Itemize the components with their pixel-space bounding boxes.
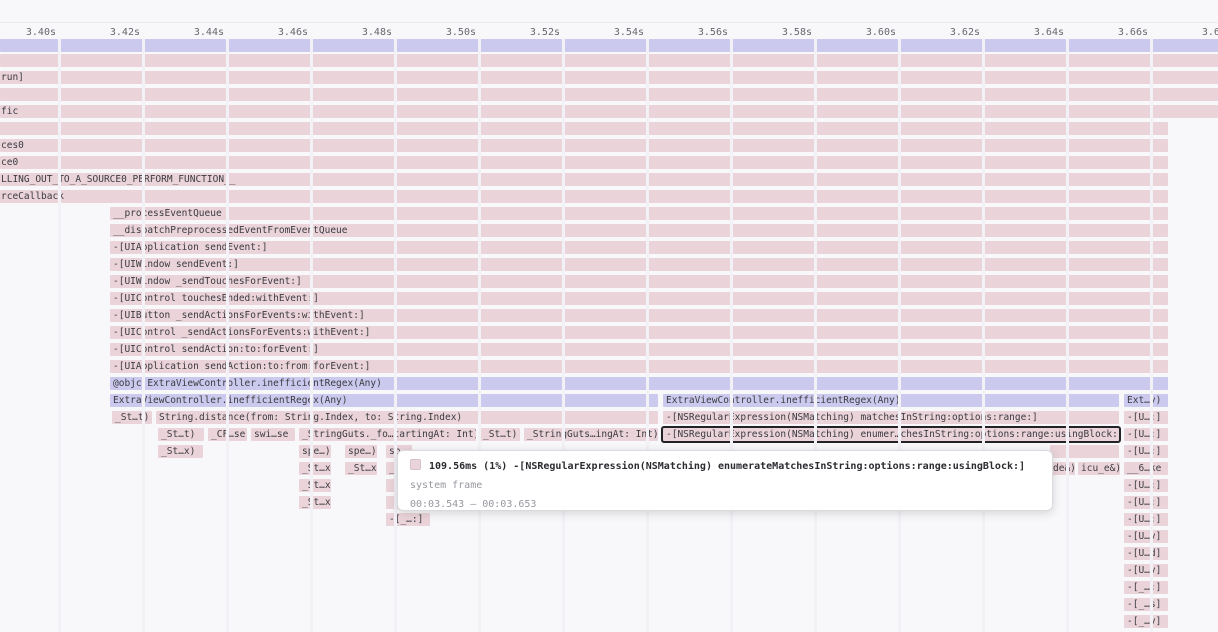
flame-box[interactable]: -[UIButton _sendActionsForEvents:withEve… bbox=[110, 309, 1168, 322]
gridline bbox=[142, 38, 145, 632]
flame-box[interactable]: _St…t) bbox=[158, 428, 204, 441]
flame-box[interactable] bbox=[0, 54, 1218, 67]
gridline bbox=[58, 38, 61, 632]
gridline bbox=[394, 38, 397, 632]
flame-box[interactable]: -[UIWindow _sendTouchesForEvent:] bbox=[110, 275, 1168, 288]
flame-box[interactable]: _St…t) bbox=[480, 428, 520, 441]
flame-box[interactable]: -[UIControl touchesEnded:withEvent:] bbox=[110, 292, 1168, 305]
flame-box[interactable]: _St…x) bbox=[299, 496, 331, 509]
time-axis-label: 3.48s bbox=[362, 27, 392, 39]
flame-box[interactable]: swi…se bbox=[251, 428, 295, 441]
time-axis-label: 3.54s bbox=[614, 27, 644, 39]
flame-box[interactable]: run] bbox=[0, 71, 1218, 84]
flame-box[interactable]: -[U…:] bbox=[1124, 479, 1168, 492]
flame-box[interactable]: String.distance(from: String.Index, to: … bbox=[156, 411, 658, 424]
flame-box[interactable]: -[U…v] bbox=[1124, 530, 1168, 543]
flame-box[interactable]: icu_e&) bbox=[1078, 462, 1120, 475]
flame-box[interactable] bbox=[0, 88, 1218, 101]
flame-box[interactable]: _St…x) bbox=[158, 445, 203, 458]
flame-box[interactable]: -[_…s] bbox=[1124, 598, 1168, 611]
flame-box[interactable]: -[UIControl sendAction:to:forEvent:] bbox=[110, 343, 1168, 356]
time-axis-label: 3.44s bbox=[194, 27, 224, 39]
flame-box[interactable]: -[_…v] bbox=[1124, 615, 1168, 628]
gridline bbox=[730, 38, 733, 632]
flame-box[interactable]: ce0 bbox=[0, 156, 1168, 169]
flame-box[interactable]: @objc ExtraViewController.inefficientReg… bbox=[110, 377, 1168, 390]
flame-box[interactable]: __dispatchPreprocessedEventFromEventQueu… bbox=[110, 224, 1168, 237]
flame-box[interactable]: -[UIApplication sendAction:to:from:forEv… bbox=[110, 360, 1168, 373]
flame-box[interactable]: -[_…:] bbox=[386, 513, 430, 526]
tooltip-time-range: 00:03.543 — 00:03.653 bbox=[410, 495, 1040, 514]
color-swatch-icon bbox=[410, 459, 421, 470]
time-axis-label: 3.52s bbox=[530, 27, 560, 39]
flame-box[interactable]: -[UIApplication sendEvent:] bbox=[110, 241, 1168, 254]
tooltip-title: 109.56ms (1%) -[NSRegularExpression(NSMa… bbox=[429, 461, 1025, 472]
time-axis-label: 3.58s bbox=[782, 27, 812, 39]
flame-box[interactable]: spe…)) bbox=[345, 445, 377, 458]
tooltip-title-line: 109.56ms (1%) -[NSRegularExpression(NSMa… bbox=[410, 457, 1040, 476]
tooltip: 109.56ms (1%) -[NSRegularExpression(NSMa… bbox=[397, 450, 1053, 511]
flame-box[interactable]: _St…t) bbox=[112, 411, 152, 424]
flame-box[interactable]: _StringGuts…ingAt: Int) bbox=[524, 428, 658, 441]
flame-box[interactable]: ExtraViewController.inefficientRegex(Any… bbox=[110, 394, 658, 407]
flame-box[interactable]: __6…ke bbox=[1124, 462, 1168, 475]
flame-box[interactable]: spe…)) bbox=[299, 445, 331, 458]
flame-box[interactable]: de&) bbox=[1050, 462, 1075, 475]
flame-box[interactable] bbox=[0, 39, 1218, 52]
flame-box[interactable]: -[U…v] bbox=[1124, 564, 1168, 577]
flame-box[interactable]: fic bbox=[0, 105, 1218, 118]
flame-box[interactable]: LLING_OUT_TO_A_SOURCE0_PERFORM_FUNCTION_… bbox=[0, 173, 1168, 186]
flame-box[interactable]: -[U…:] bbox=[1124, 445, 1168, 458]
flame-box[interactable] bbox=[0, 122, 1168, 135]
time-axis-label: 3.40s bbox=[26, 27, 56, 39]
flame-box[interactable]: -[U…:] bbox=[1124, 428, 1168, 441]
flame-box[interactable]: rceCallback bbox=[0, 190, 1168, 203]
time-axis-label: 3.56s bbox=[698, 27, 728, 39]
flame-box[interactable]: -[UIControl _sendActionsForEvents:withEv… bbox=[110, 326, 1168, 339]
gridline bbox=[982, 38, 985, 632]
flame-box[interactable] bbox=[1050, 445, 1119, 458]
gridline bbox=[814, 38, 817, 632]
flame-box[interactable]: -[U…d] bbox=[1124, 547, 1168, 560]
time-axis-label: 3.68s bbox=[1202, 27, 1218, 39]
gridline bbox=[898, 38, 901, 632]
gridline bbox=[226, 38, 229, 632]
flame-box[interactable]: -[UIWindow sendEvent:] bbox=[110, 258, 1168, 271]
time-axis-label: 3.50s bbox=[446, 27, 476, 39]
header-divider bbox=[0, 22, 1218, 23]
gridline bbox=[562, 38, 565, 632]
flame-box[interactable]: -[U…:] bbox=[1124, 496, 1168, 509]
time-axis-label: 3.42s bbox=[110, 27, 140, 39]
flame-box[interactable]: _StringGuts._fo…tartingAt: Int) bbox=[299, 428, 476, 441]
flame-box[interactable]: -[_…:] bbox=[1124, 581, 1168, 594]
flame-box[interactable]: _St…x) bbox=[345, 462, 377, 475]
tooltip-subtitle: system frame bbox=[410, 476, 1040, 495]
time-axis-label: 3.62s bbox=[950, 27, 980, 39]
time-axis-label: 3.66s bbox=[1118, 27, 1148, 39]
instruments-flame-graph: { "axis": { "first_x": 59, "spacing": 84… bbox=[0, 0, 1218, 632]
gridline bbox=[478, 38, 481, 632]
gridline bbox=[646, 38, 649, 632]
time-axis-label: 3.46s bbox=[278, 27, 308, 39]
flame-box[interactable]: Ext…y) bbox=[1124, 394, 1168, 407]
flame-box[interactable]: _St…x) bbox=[299, 462, 331, 475]
flame-box[interactable]: -[U…:] bbox=[1124, 411, 1168, 424]
gridline bbox=[310, 38, 313, 632]
flame-box[interactable]: __processEventQueue bbox=[110, 207, 1168, 220]
time-axis-label: 3.60s bbox=[866, 27, 896, 39]
flame-box[interactable]: _St…x) bbox=[299, 479, 331, 492]
gridline bbox=[1150, 38, 1153, 632]
flame-box[interactable]: ces0 bbox=[0, 139, 1168, 152]
gridline bbox=[1066, 38, 1069, 632]
time-axis-label: 3.64s bbox=[1034, 27, 1064, 39]
flame-box[interactable]: -[U…:] bbox=[1124, 513, 1168, 526]
